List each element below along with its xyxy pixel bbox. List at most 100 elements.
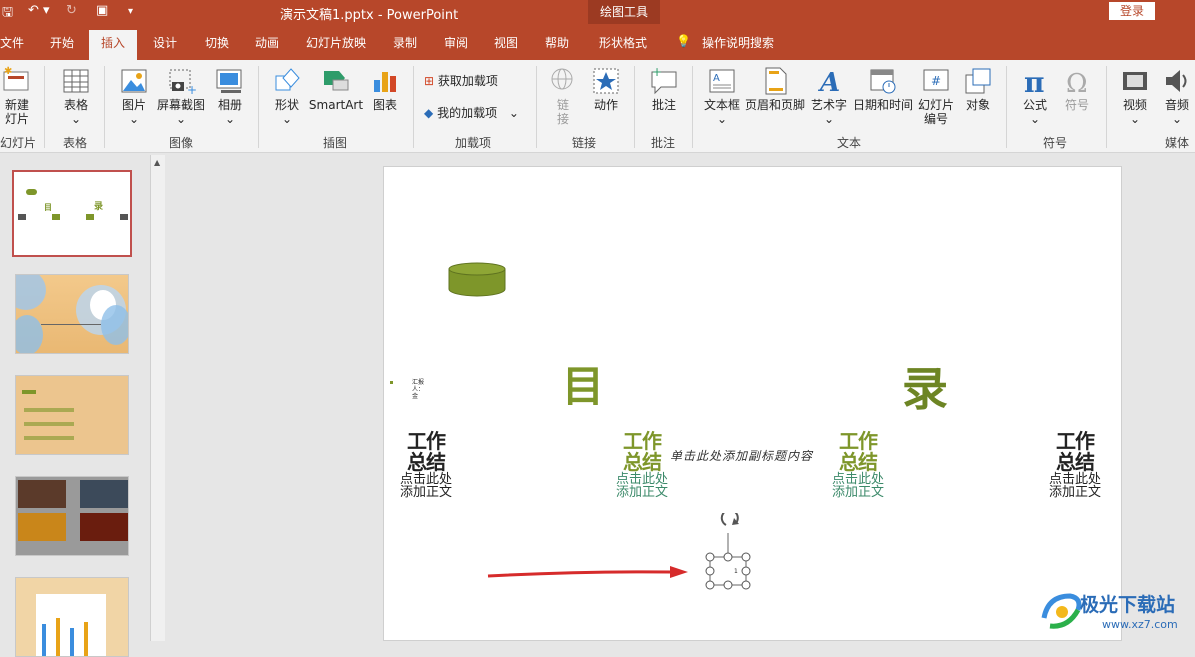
tab-view[interactable]: 视图 (494, 34, 518, 51)
title-left-char[interactable]: 目 (562, 353, 604, 414)
speaker-icon (1166, 70, 1187, 92)
watermark-name: 极光下载站 (1080, 594, 1176, 616)
slide-number-button[interactable]: # 幻灯片 编号 (916, 66, 956, 126)
title-right-char[interactable]: 录 (902, 353, 948, 419)
new-slide-button[interactable]: ✱ 新建 灯片 (0, 66, 34, 126)
svg-text:✱: ✱ (4, 66, 12, 77)
tell-me-search[interactable]: 操作说明搜索 (702, 34, 774, 51)
tab-record[interactable]: 录制 (393, 34, 417, 51)
group-addins-label: 加载项 (455, 136, 492, 150)
svg-text:Ω: Ω (1066, 69, 1088, 96)
slide-thumbnail-3[interactable] (15, 375, 129, 455)
pi-icon: π (1024, 66, 1045, 96)
group-images-label: 图像 (169, 136, 194, 150)
textbox-icon: A (709, 69, 735, 93)
slide-thumbnail-5[interactable] (15, 577, 129, 657)
my-addins-button[interactable]: ◆ 我的加载项 ⌄ (424, 104, 519, 121)
object-button[interactable]: 对象 (960, 66, 996, 112)
tab-review[interactable]: 审阅 (444, 34, 468, 51)
presenter-text[interactable]: 汇报 人： 金 (412, 379, 424, 400)
group-comments-label: 批注 (651, 136, 676, 150)
link-button[interactable]: 链 接 (546, 66, 580, 126)
svg-text:+: + (187, 83, 196, 96)
chart-button[interactable]: 图表 (368, 66, 402, 112)
customize-quick-access-icon[interactable]: ▾ (128, 6, 133, 17)
shapes-icon (275, 68, 300, 91)
tab-shape-format[interactable]: 形状格式 (599, 34, 647, 51)
section-4[interactable]: 工作 总结 点击此处 添加正文 (1049, 431, 1101, 500)
small-dot (390, 381, 393, 384)
section-3[interactable]: 工作 总结 点击此处 添加正文 (832, 431, 884, 500)
photo-album-button[interactable]: 相册 ⌄ (210, 66, 250, 126)
get-addins-button[interactable]: ⊞ 获取加载项 (424, 72, 498, 89)
tab-help[interactable]: 帮助 (545, 34, 569, 51)
tab-animations[interactable]: 动画 (255, 34, 279, 51)
film-icon (1123, 72, 1147, 90)
slide-thumbnail-4[interactable] (15, 476, 129, 556)
thumbnail-scrollbar[interactable]: ▲ (150, 155, 165, 641)
tab-home[interactable]: 开始 (50, 34, 74, 51)
context-tab-drawing-tools: 绘图工具 (588, 0, 660, 24)
login-button[interactable]: 登录 (1109, 2, 1155, 20)
equation-button[interactable]: π 公式 ⌄ (1016, 66, 1054, 126)
video-button[interactable]: 视频 ⌄ (1116, 66, 1154, 126)
svg-text:A: A (817, 68, 840, 96)
group-symbols-label: 符号 (1043, 136, 1068, 150)
tab-insert[interactable]: 插入 (89, 30, 138, 60)
group-slides-label: 幻灯片 (0, 136, 37, 150)
separator (536, 66, 537, 148)
smartart-button[interactable]: SmartArt (308, 66, 364, 112)
group-links-label: 链接 (572, 136, 597, 150)
audio-button[interactable]: 音频 ⌄ (1160, 66, 1194, 126)
section-2[interactable]: 工作 总结 点击此处 添加正文 (616, 431, 668, 500)
group-media-label: 媒体 (1165, 136, 1190, 150)
header-footer-button[interactable]: 页眉和页脚 (744, 66, 806, 112)
separator (413, 66, 414, 148)
picture-button[interactable]: 图片 ⌄ (114, 66, 154, 126)
addin-cube-icon: ◆ (424, 106, 434, 120)
tab-slideshow[interactable]: 幻灯片放映 (306, 34, 366, 51)
screenshot-icon: + (169, 69, 196, 96)
undo-icon[interactable]: ↶ ▾ (28, 3, 50, 18)
group-illustrations-label: 插图 (323, 136, 348, 150)
wordart-button[interactable]: A 艺术字 ⌄ (808, 66, 850, 126)
lightbulb-icon: 💡 (676, 34, 691, 48)
ribbon: ✱ 新建 灯片 幻灯片 表格 ⌄ 表格 图片 ⌄ + 屏幕截图 ⌄ 相册 ⌄ 图像 形状… (0, 60, 1195, 153)
shapes-button[interactable]: 形状 ⌄ (268, 66, 306, 126)
tab-design[interactable]: 设计 (153, 34, 177, 51)
save-icon[interactable]: 🖫 (2, 3, 13, 25)
group-text-label: 文本 (837, 136, 862, 150)
separator (1006, 66, 1007, 148)
tab-file[interactable]: 文件 (0, 34, 24, 51)
action-button[interactable]: 动作 (588, 66, 624, 112)
separator (44, 66, 45, 148)
svg-text:+: + (652, 66, 662, 79)
date-time-button[interactable]: 日期和时间 (852, 66, 914, 112)
chart-icon (374, 72, 396, 92)
slide-thumbnail-2[interactable] (15, 274, 129, 354)
svg-text:#: # (931, 74, 941, 88)
thumb-title-left: 目 (44, 203, 52, 212)
slide-thumbnail-1[interactable]: 目 录 (12, 170, 132, 257)
cylinder-shape[interactable] (448, 262, 506, 298)
separator (1106, 66, 1107, 148)
tab-transitions[interactable]: 切换 (205, 34, 229, 51)
slide-number-icon: # (923, 69, 949, 91)
table-icon (63, 69, 89, 93)
scroll-up-icon[interactable]: ▲ (154, 158, 160, 167)
table-button[interactable]: 表格 ⌄ (56, 66, 96, 126)
section-1[interactable]: 工作 总结 点击此处 添加正文 (400, 431, 452, 500)
symbol-button[interactable]: Ω 符号 (1058, 66, 1096, 112)
subtitle-placeholder[interactable]: 单击此处添加副标题内容 (670, 447, 813, 464)
redo-icon[interactable]: ↻ (66, 3, 77, 18)
screenshot-button[interactable]: + 屏幕截图 ⌄ (156, 66, 206, 126)
comment-button[interactable]: + 批注 (646, 66, 682, 112)
textbox-button[interactable]: A 文本框 ⌄ (702, 66, 742, 126)
selected-shape-text: 1 (734, 568, 738, 575)
photo-album-icon (216, 69, 242, 93)
watermark-url: www.xz7.com (1102, 618, 1178, 631)
selected-shape[interactable] (698, 513, 758, 593)
calendar-clock-icon (870, 69, 896, 94)
slide-canvas[interactable]: 目 录 汇报 人： 金 工作 总结 点击此处 添加正文 工作 总结 点击此处 添… (383, 166, 1122, 641)
present-from-start-icon[interactable]: ▣ (96, 3, 108, 18)
